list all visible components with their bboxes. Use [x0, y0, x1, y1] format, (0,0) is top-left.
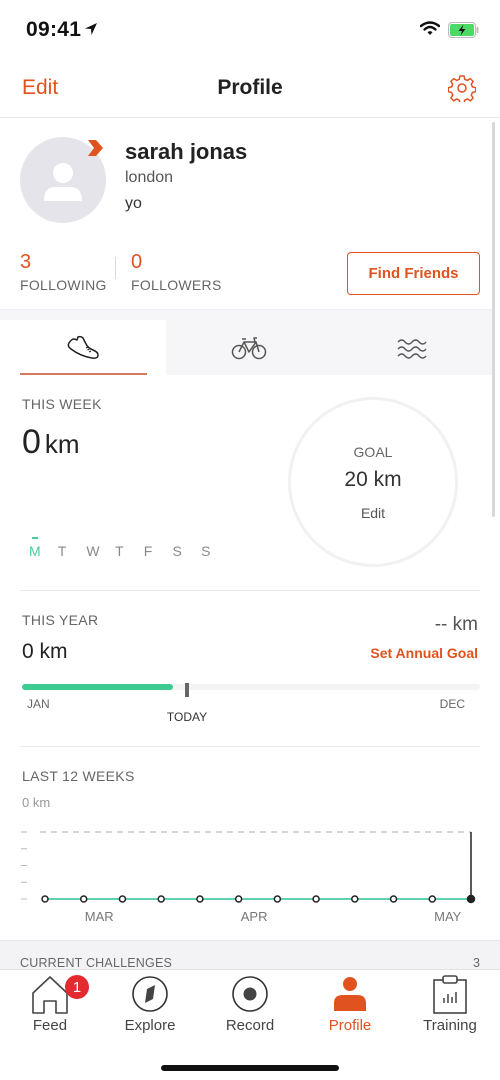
page-title: Profile: [217, 76, 283, 99]
home-indicator: [161, 1065, 339, 1071]
followers-count: 0: [131, 251, 143, 273]
swim-waves-icon: [397, 339, 427, 359]
year-progress-track: [22, 684, 480, 690]
gear-icon[interactable]: [448, 74, 476, 102]
today-marker: [184, 683, 189, 697]
x-axis-label: MAR: [85, 909, 114, 924]
week-point: [312, 895, 320, 903]
tab-swim[interactable]: [332, 320, 492, 376]
x-axis-label: APR: [241, 909, 268, 924]
tab-run[interactable]: [0, 320, 166, 376]
compass-icon: [132, 976, 168, 1012]
weekday-label: S: [172, 543, 182, 559]
sport-tabs: [0, 309, 492, 376]
current-challenges-header[interactable]: CURRENT CHALLENGES 3: [0, 940, 500, 970]
tab-training[interactable]: Training: [400, 970, 500, 1040]
last-12-weeks-value: 0 km: [22, 795, 51, 810]
challenges-label: CURRENT CHALLENGES: [20, 956, 173, 970]
week-point: [428, 895, 437, 903]
weekday-label: S: [201, 543, 211, 559]
divider: [20, 746, 480, 747]
year-progress-fill: [22, 684, 174, 690]
last-12-weeks-section: LAST 12 WEEKS 0 km MAR APR MAY: [0, 748, 492, 938]
following-stat[interactable]: 3 FOLLOWING: [20, 251, 107, 293]
weekday-row: MTWTFSS: [29, 537, 230, 559]
this-week-number: 0: [22, 423, 41, 461]
tab-feed[interactable]: 1 Feed: [0, 970, 100, 1040]
scrollbar[interactable]: [492, 122, 495, 517]
following-count: 3: [20, 251, 32, 273]
weekly-distance-chart[interactable]: MAR APR MAY: [0, 818, 492, 938]
weekday-label: T: [115, 543, 124, 559]
location-arrow-icon: [85, 23, 97, 35]
edit-button[interactable]: Edit: [22, 76, 58, 100]
goal-value: 20 km: [344, 468, 402, 491]
x-axis-label: MAY: [434, 909, 462, 924]
record-icon: [232, 976, 268, 1012]
tab-bar: 1 Feed Explore Record Profile Training: [0, 969, 500, 1080]
week-point: [41, 895, 49, 903]
user-bio: yo: [125, 195, 142, 212]
tab-ride[interactable]: [166, 320, 332, 376]
weekday-label: T: [57, 543, 67, 559]
week-point: [234, 895, 243, 903]
tab-profile[interactable]: Profile: [300, 970, 400, 1040]
set-annual-goal-button[interactable]: Set Annual Goal: [370, 645, 478, 661]
week-point: [79, 895, 88, 903]
challenges-count: 3: [473, 956, 480, 970]
last-12-weeks-label: LAST 12 WEEKS: [22, 768, 135, 784]
weekday-label: M: [29, 537, 58, 559]
notification-badge: 1: [65, 975, 89, 999]
tab-label: Record: [225, 1017, 275, 1034]
divider: [20, 590, 480, 591]
running-shoe-icon: [67, 335, 99, 359]
this-week-unit: km: [44, 429, 80, 459]
bicycle-icon: [231, 337, 267, 360]
following-label: FOLLOWING: [20, 277, 107, 293]
tab-label: Feed: [32, 1017, 68, 1034]
tab-label: Explore: [124, 1017, 176, 1034]
year-start-label: JAN: [27, 697, 50, 711]
weekday-label: W: [86, 543, 100, 559]
this-year-section: THIS YEAR 0 km -- km Set Annual Goal JAN…: [0, 592, 492, 742]
clipboard-chart-icon: [433, 975, 467, 1014]
profile-header: sarah jonas london yo 3 FOLLOWING 0 FOLL…: [0, 119, 492, 309]
wifi-icon: [420, 21, 440, 35]
this-week-section: THIS WEEK 0 km MTWTFSS GOAL 20 km Edit: [0, 375, 492, 590]
home-icon: [32, 976, 68, 1014]
this-week-value: 0 km: [22, 423, 80, 462]
battery-charging-icon: [448, 22, 479, 38]
person-icon: [334, 977, 366, 1011]
user-name: sarah jonas: [125, 139, 248, 164]
this-year-label: THIS YEAR: [22, 612, 99, 628]
current-week-point: [466, 894, 476, 904]
user-city: london: [125, 169, 174, 186]
week-point: [273, 895, 282, 903]
tab-label: Profile: [328, 1017, 372, 1034]
goal-edit-button[interactable]: Edit: [288, 505, 458, 521]
week-point: [157, 895, 165, 903]
status-bar: 09:41: [0, 0, 500, 60]
subscriber-chevron-icon: [88, 140, 103, 156]
weekday-label: F: [143, 543, 153, 559]
today-label: TODAY: [166, 710, 208, 724]
week-point: [389, 895, 398, 903]
this-week-label: THIS WEEK: [22, 396, 102, 412]
tab-record[interactable]: Record: [200, 970, 300, 1040]
nav-bar: Edit Profile: [0, 60, 500, 118]
tab-explore[interactable]: Explore: [100, 970, 200, 1040]
followers-stat[interactable]: 0 FOLLOWERS: [131, 251, 222, 293]
week-point: [118, 895, 127, 903]
status-time: 09:41: [26, 18, 82, 41]
annual-goal-value: -- km: [434, 614, 478, 635]
week-point: [196, 895, 204, 903]
find-friends-button[interactable]: Find Friends: [347, 252, 480, 295]
year-end-label: DEC: [439, 697, 465, 711]
stat-divider: [115, 257, 116, 279]
followers-label: FOLLOWERS: [131, 277, 222, 293]
tab-label: Training: [423, 1017, 477, 1034]
goal-label: GOAL: [353, 444, 393, 460]
this-year-value: 0 km: [22, 640, 68, 663]
week-point: [351, 895, 359, 903]
